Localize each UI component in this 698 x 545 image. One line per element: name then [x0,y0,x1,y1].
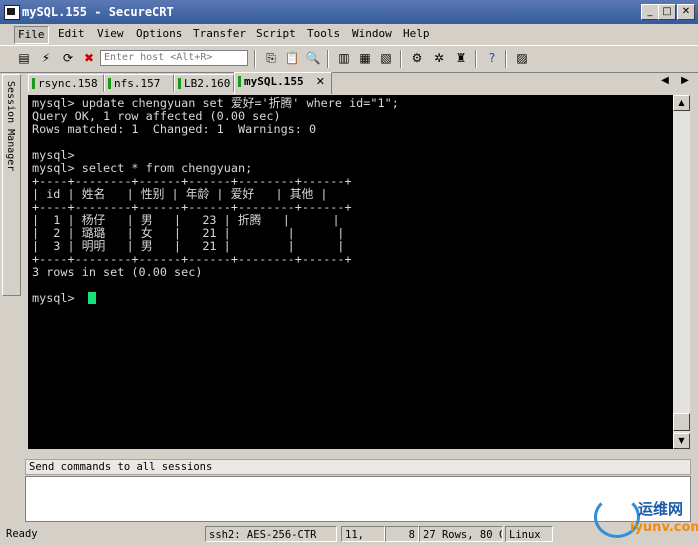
sftp-icon[interactable]: ▨ [514,50,530,66]
minimize-button[interactable]: _ [641,4,659,20]
disconnect-icon[interactable]: ✖ [81,50,97,66]
menu-tools[interactable]: Tools [304,26,343,42]
terminal-scrollbar[interactable]: ▲ ▼ [673,95,690,449]
title-bar: mySQL.155 - SecureCRT _ □ ✕ [0,0,698,24]
menu-bar: File Edit View Options Transfer Script T… [0,24,698,44]
find-icon[interactable]: 🔍 [305,50,321,66]
tab-label: mySQL.155 [244,75,304,88]
session-tab-bar: rsync.158 nfs.157 LB2.160 mySQL.155 ✕ ◀ … [24,72,698,94]
toolbar-separator [254,50,256,68]
tab-mysql-155[interactable]: mySQL.155 ✕ [234,72,332,94]
connect-icon[interactable]: ▤ [16,50,32,66]
terminal-line: 3 rows in set (0.00 sec) [32,265,203,279]
tab-scroll-right-icon[interactable]: ▶ [678,75,692,86]
connected-indicator-icon [32,78,35,89]
connected-indicator-icon [178,78,181,89]
tab-label: LB2.160 [184,77,231,90]
tab-label: rsync.158 [38,77,98,90]
copy-icon[interactable]: ⎘ [263,50,279,66]
status-protocol: ssh2: AES-256-CTR [205,526,337,542]
menu-options[interactable]: Options [133,26,185,42]
menu-edit[interactable]: Edit [55,26,88,42]
toolbar: ▤ ⚡ ⟳ ✖ Enter host <Alt+R> ⎘ 📋 🔍 ▥ ▦ ▧ ⚙… [0,45,698,73]
toolbar-separator [400,50,402,68]
status-col: 8 [385,526,419,542]
global-options-icon[interactable]: ✲ [431,50,447,66]
maximize-button[interactable]: □ [658,4,676,20]
status-os: Linux [505,526,553,542]
menu-file[interactable]: File [14,26,49,44]
menu-script[interactable]: Script [253,26,299,42]
command-window-input[interactable] [25,476,691,522]
session-options-icon[interactable]: ⚙ [409,50,425,66]
paste-icon[interactable]: 📋 [284,50,300,66]
toolbar-separator [505,50,507,68]
toolbar-separator [475,50,477,68]
menu-window[interactable]: Window [349,26,395,42]
watermark-line1: 运维网 [638,500,684,518]
menu-help[interactable]: Help [400,26,433,42]
session-manager-label: Session Manager [5,81,16,172]
session-manager-tab[interactable]: Session Manager [2,74,21,296]
securecrt-app-icon[interactable] [4,5,20,20]
menu-transfer[interactable]: Transfer [190,26,249,42]
tab-close-icon[interactable]: ✕ [316,73,325,91]
terminal-line: Rows matched: 1 Changed: 1 Warnings: 0 [32,122,317,136]
close-button[interactable]: ✕ [677,4,695,20]
enter-host-input[interactable]: Enter host <Alt+R> [100,50,248,66]
terminal-window[interactable]: mysql> update chengyuan set 爱好='折腾' wher… [28,95,673,449]
command-window-header: Send commands to all sessions [25,459,691,475]
scroll-thumb[interactable] [673,413,690,431]
menu-view[interactable]: View [94,26,127,42]
watermark-line2: iyunv.com [630,520,698,535]
tab-lb2-160[interactable]: LB2.160 [174,74,234,92]
tab-rsync-158[interactable]: rsync.158 [28,74,104,92]
quick-connect-icon[interactable]: ⚡ [38,50,54,66]
status-size: 27 Rows, 80 Cols [419,526,503,542]
scroll-down-icon[interactable]: ▼ [673,433,690,449]
tab-nfs-157[interactable]: nfs.157 [104,74,174,92]
toolbar-separator [327,50,329,68]
connected-indicator-icon [108,78,111,89]
tab-label: nfs.157 [114,77,161,90]
status-row: 11, [341,526,385,542]
print-icon[interactable]: ▥ [336,50,352,66]
tab-scroll-left-icon[interactable]: ◀ [658,75,672,86]
scroll-up-icon[interactable]: ▲ [673,95,690,111]
terminal-prompt: mysql> [32,291,82,305]
keymap-icon[interactable]: ♜ [453,50,469,66]
site-watermark: 运维网 iyunv.com [594,492,698,542]
reconnect-icon[interactable]: ⟳ [60,50,76,66]
window-title: mySQL.155 - SecureCRT [22,5,174,19]
print-screen-icon[interactable]: ▧ [378,50,394,66]
terminal-cursor [88,292,96,304]
status-ready: Ready [6,528,38,540]
print-setup-icon[interactable]: ▦ [357,50,373,66]
help-icon[interactable]: ? [484,50,500,66]
connected-indicator-icon [238,76,241,87]
